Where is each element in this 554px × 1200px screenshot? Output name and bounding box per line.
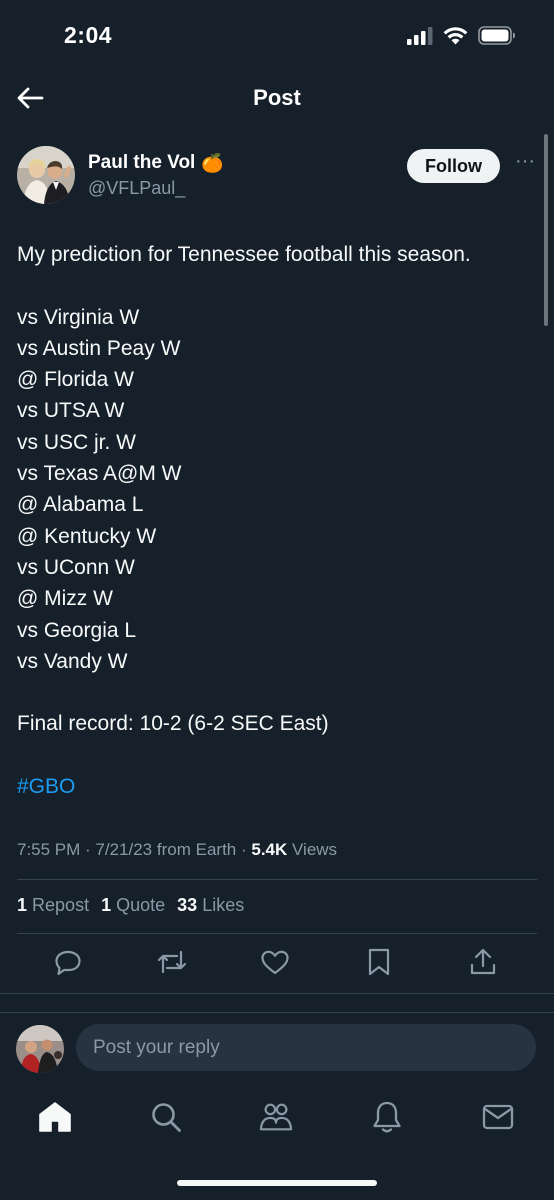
tweet-line: @ Mizz W bbox=[17, 587, 113, 611]
tab-notifications[interactable] bbox=[370, 1100, 404, 1134]
wifi-icon bbox=[443, 27, 468, 45]
author-avatar[interactable] bbox=[17, 146, 75, 204]
nav-header: Post bbox=[0, 70, 554, 126]
quotes-stat[interactable]: 1 Quote bbox=[101, 895, 165, 916]
views-count: 5.4K bbox=[251, 840, 288, 859]
tweet-line: vs Austin Peay W bbox=[17, 336, 181, 360]
tweet-line: @ Kentucky W bbox=[17, 524, 157, 548]
battery-icon bbox=[478, 26, 515, 45]
tweet-text: My prediction for Tennessee football thi… bbox=[17, 239, 534, 802]
messages-icon bbox=[482, 1104, 514, 1130]
follow-button[interactable]: Follow bbox=[407, 149, 500, 183]
tab-home[interactable] bbox=[38, 1100, 72, 1134]
author-handle[interactable]: @VFLPaul_ bbox=[88, 178, 185, 199]
share-button[interactable] bbox=[468, 946, 498, 978]
status-bar: 2:04 bbox=[0, 0, 554, 70]
status-icons bbox=[407, 26, 516, 45]
bookmark-button[interactable] bbox=[364, 946, 394, 978]
author-name[interactable]: Paul the Vol 🍊 bbox=[88, 152, 224, 174]
hashtag-link[interactable]: #GBO bbox=[17, 775, 75, 798]
bottom-tab-bar bbox=[0, 1084, 554, 1200]
tweet-line: vs Virginia W bbox=[17, 305, 140, 329]
tweet-line: Final record: 10-2 (6-2 SEC East) bbox=[17, 712, 329, 736]
repost-icon bbox=[157, 950, 187, 974]
reply-button[interactable] bbox=[53, 946, 83, 978]
reply-composer bbox=[0, 1012, 554, 1084]
home-indicator bbox=[177, 1180, 377, 1186]
tweet-line: My prediction for Tennessee football thi… bbox=[17, 243, 471, 266]
orange-emoji-icon: 🍊 bbox=[201, 152, 224, 173]
tweet-line bbox=[17, 677, 534, 708]
tweet-line: vs USC jr. W bbox=[17, 430, 136, 454]
tweet-line: vs Vandy W bbox=[17, 649, 128, 673]
action-bar bbox=[0, 946, 554, 982]
tweet-line bbox=[17, 270, 534, 301]
reply-icon bbox=[55, 950, 81, 976]
like-icon bbox=[261, 950, 289, 975]
page-title: Post bbox=[253, 85, 301, 110]
signal-icon bbox=[407, 26, 433, 45]
my-avatar-photo bbox=[16, 1025, 64, 1073]
tweet-line: vs UTSA W bbox=[17, 399, 125, 423]
scrollbar[interactable] bbox=[544, 134, 548, 326]
divider bbox=[17, 933, 537, 934]
home-icon bbox=[39, 1102, 71, 1132]
tab-messages[interactable] bbox=[481, 1100, 515, 1134]
notifications-icon bbox=[373, 1101, 401, 1133]
tweet-line: vs Georgia L bbox=[17, 618, 137, 642]
bookmark-icon bbox=[368, 948, 390, 976]
reply-input[interactable] bbox=[76, 1024, 536, 1071]
tab-communities[interactable] bbox=[259, 1100, 293, 1134]
tweet-header: Paul the Vol 🍊 @VFLPaul_ Follow ··· bbox=[17, 146, 536, 210]
post-date: 7/21/23 bbox=[95, 840, 153, 859]
search-icon bbox=[152, 1103, 181, 1132]
likes-stat[interactable]: 33 Likes bbox=[177, 895, 244, 916]
tweet-line: vs Texas A@M W bbox=[17, 462, 182, 486]
post-source: from Earth bbox=[156, 840, 237, 859]
views-label[interactable]: Views bbox=[292, 840, 337, 859]
engagement-stats: 1 Repost 1 Quote 33 Likes bbox=[17, 895, 244, 916]
tweet-meta: 7:55 PM · 7/21/23 from Earth · 5.4K View… bbox=[17, 840, 338, 859]
repost-button[interactable] bbox=[157, 946, 187, 978]
tweet-line bbox=[17, 740, 534, 771]
like-button[interactable] bbox=[260, 946, 290, 978]
post-time: 7:55 PM bbox=[17, 840, 81, 859]
divider bbox=[0, 993, 554, 994]
status-time: 2:04 bbox=[64, 22, 113, 48]
share-icon bbox=[470, 948, 496, 975]
more-options-icon[interactable]: ··· bbox=[514, 151, 536, 178]
tab-search[interactable] bbox=[149, 1100, 183, 1134]
reposts-stat[interactable]: 1 Repost bbox=[17, 895, 89, 916]
communities-icon bbox=[259, 1103, 293, 1131]
divider bbox=[17, 879, 537, 880]
author-display-name: Paul the Vol bbox=[88, 152, 196, 173]
avatar-photo bbox=[17, 146, 75, 204]
tweet-line: @ Florida W bbox=[17, 368, 134, 392]
tweet-line: vs UConn W bbox=[17, 555, 135, 579]
tweet-line: @ Alabama L bbox=[17, 493, 144, 517]
my-avatar[interactable] bbox=[16, 1025, 64, 1073]
